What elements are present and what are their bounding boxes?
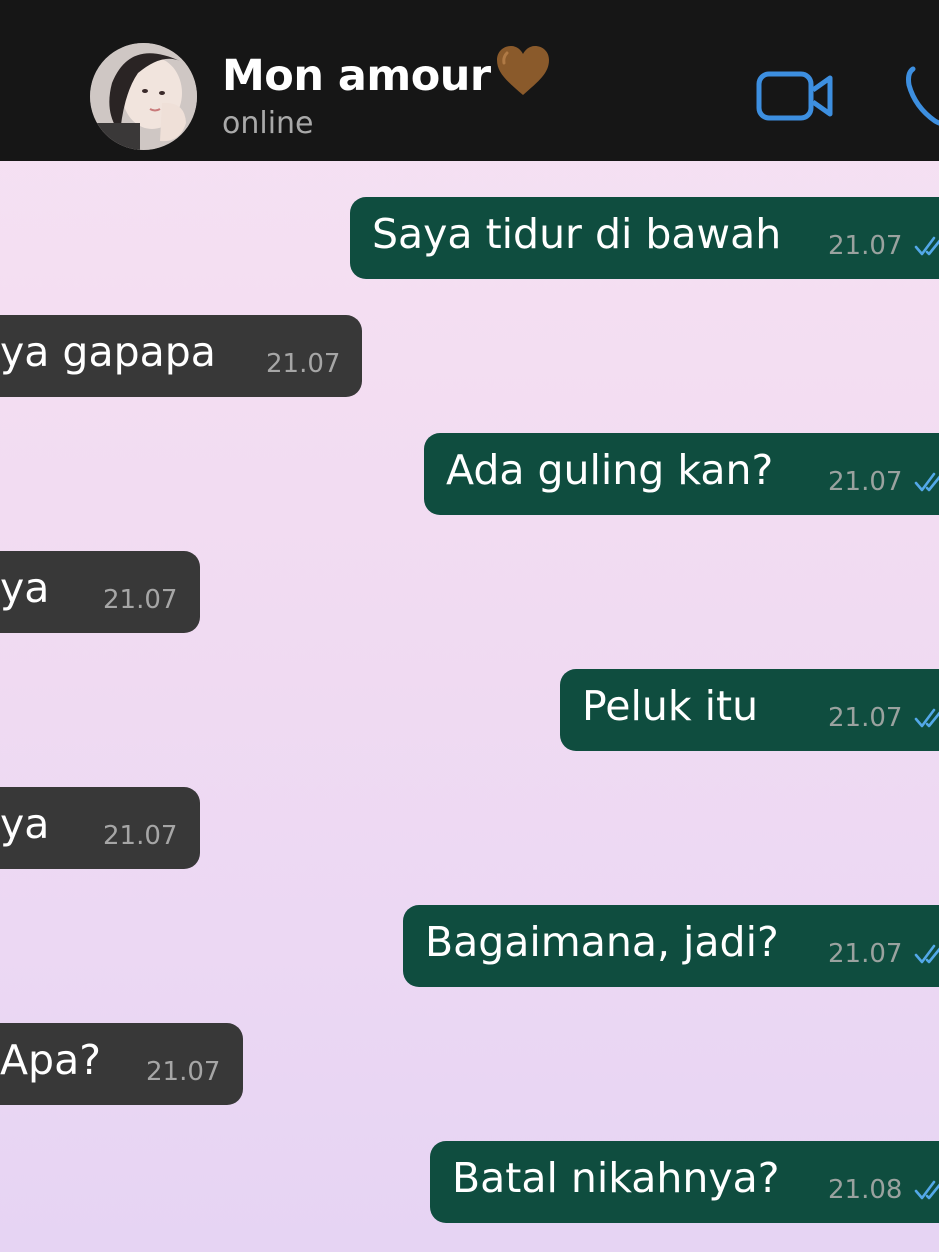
message-text: Peluk itu	[582, 682, 759, 730]
message-text: Saya tidur di bawah	[372, 210, 782, 258]
message-text: Apa?	[0, 1036, 101, 1084]
message-text: ya gapapa	[0, 328, 216, 376]
video-camera-icon[interactable]	[756, 70, 834, 122]
contact-name[interactable]: Mon amour	[222, 45, 551, 108]
message-time: 21.07	[103, 585, 178, 615]
incoming-message-bubble[interactable]: ya gapapa 21.07	[0, 315, 362, 397]
read-receipt-icon	[914, 944, 939, 964]
outgoing-message-bubble[interactable]: Peluk itu 21.07	[560, 669, 939, 751]
contact-avatar[interactable]	[90, 43, 197, 150]
message-time: 21.08	[828, 1175, 903, 1205]
read-receipt-icon	[914, 1180, 939, 1200]
outgoing-message-bubble[interactable]: Bagaimana, jadi? 21.07	[403, 905, 939, 987]
message-time: 21.07	[828, 939, 903, 969]
brown-heart-emoji	[495, 45, 551, 108]
read-receipt-icon	[914, 472, 939, 492]
outgoing-message-bubble[interactable]: Saya tidur di bawah 21.07	[350, 197, 939, 279]
message-time: 21.07	[828, 467, 903, 497]
message-text: ya	[0, 800, 50, 848]
message-text: Batal nikahnya?	[452, 1154, 780, 1202]
phone-icon[interactable]	[905, 63, 939, 127]
avatar-photo-icon	[90, 43, 197, 150]
message-text: Bagaimana, jadi?	[425, 918, 779, 966]
message-text: ya	[0, 564, 50, 612]
incoming-message-bubble[interactable]: Apa? 21.07	[0, 1023, 243, 1105]
incoming-message-bubble[interactable]: ya 21.07	[0, 551, 200, 633]
message-time: 21.07	[103, 821, 178, 851]
read-receipt-icon	[914, 236, 939, 256]
outgoing-message-bubble[interactable]: Batal nikahnya? 21.08	[430, 1141, 939, 1223]
read-receipt-icon	[914, 708, 939, 728]
chat-header: Mon amour online	[0, 0, 939, 161]
message-time: 21.07	[828, 231, 903, 261]
contact-status: online	[222, 106, 314, 141]
incoming-message-bubble[interactable]: ya 21.07	[0, 787, 200, 869]
message-text: Ada guling kan?	[446, 446, 774, 494]
message-time: 21.07	[146, 1057, 221, 1087]
outgoing-message-bubble[interactable]: Ada guling kan? 21.07	[424, 433, 939, 515]
message-time: 21.07	[828, 703, 903, 733]
contact-name-text: Mon amour	[222, 51, 491, 101]
message-time: 21.07	[266, 349, 341, 379]
